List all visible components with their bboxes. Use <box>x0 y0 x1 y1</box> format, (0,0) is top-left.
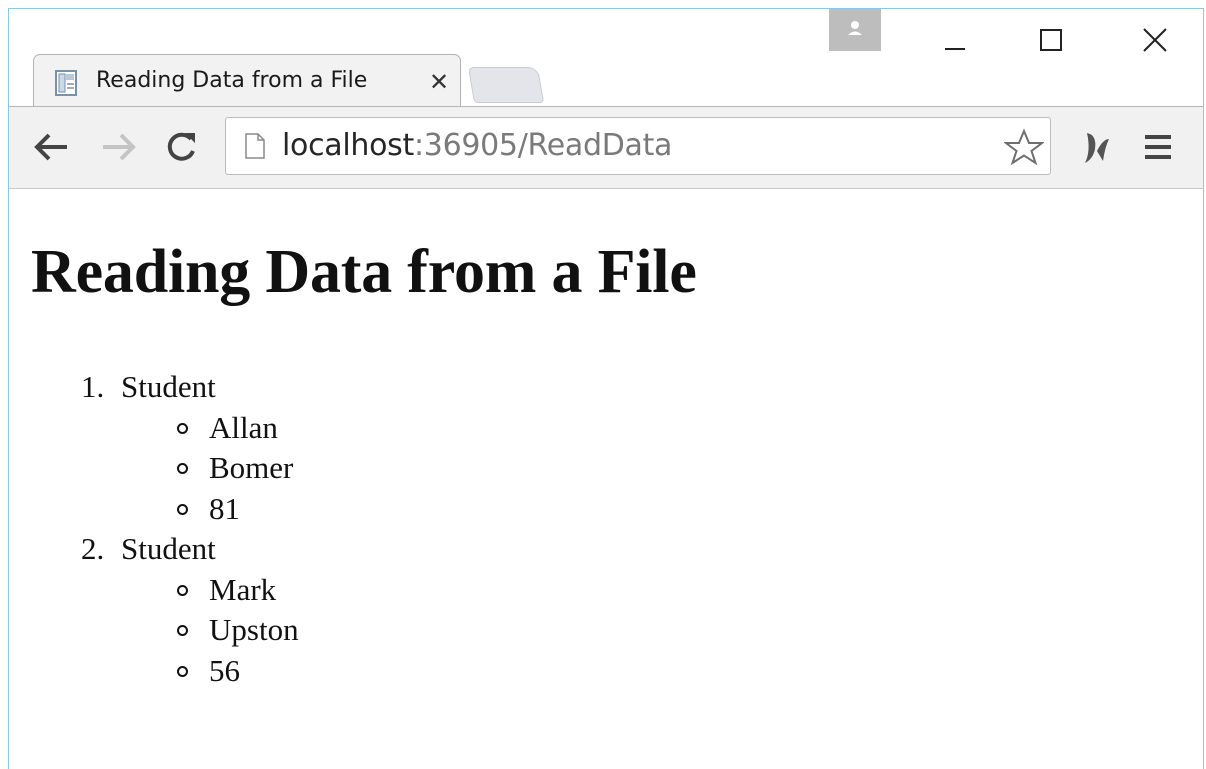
tab-title: Reading Data from a File <box>96 68 368 93</box>
browser-window: Reading Data from a File ✕ localhost:369… <box>8 8 1204 769</box>
url-text: localhost:36905/ReadData <box>282 128 672 163</box>
last-name: Upston <box>177 610 299 651</box>
new-tab-button[interactable] <box>467 67 545 103</box>
title-bar: Reading Data from a File ✕ <box>9 9 1203 107</box>
close-window-button[interactable] <box>1125 19 1185 65</box>
page-heading: Reading Data from a File <box>31 238 697 306</box>
reload-button[interactable] <box>159 125 203 169</box>
last-name: Bomer <box>177 448 299 489</box>
menu-icon <box>1145 135 1171 159</box>
menu-button[interactable] <box>1137 125 1181 169</box>
browser-toolbar: localhost:36905/ReadData <box>9 106 1203 189</box>
tab-close-icon[interactable]: ✕ <box>424 67 454 97</box>
star-icon[interactable] <box>1004 128 1044 166</box>
extension-icon <box>1085 133 1109 163</box>
profile-icon <box>848 21 862 35</box>
extension-button[interactable] <box>1073 125 1117 169</box>
score: 81 <box>177 489 299 530</box>
back-button[interactable] <box>31 125 75 169</box>
minimize-button[interactable] <box>925 19 985 65</box>
score: 56 <box>177 651 299 692</box>
student-details: Allan Bomer 81 <box>81 408 299 530</box>
student-item: 1. Student Allan Bomer 81 <box>81 367 299 529</box>
page-content: Reading Data from a File 1. Student Allan… <box>9 189 1203 769</box>
url-path: :36905/ReadData <box>413 128 673 163</box>
first-name: Allan <box>177 408 299 449</box>
page-favicon-icon <box>55 70 77 96</box>
forward-button[interactable] <box>95 125 139 169</box>
back-icon <box>34 133 67 161</box>
profile-button[interactable] <box>829 9 881 51</box>
maximize-icon <box>1040 29 1062 51</box>
forward-icon <box>103 133 136 161</box>
close-icon <box>1143 28 1167 52</box>
minimize-icon <box>945 48 965 50</box>
first-name: Mark <box>177 570 299 611</box>
maximize-button[interactable] <box>1021 19 1081 65</box>
student-number: 2. <box>81 531 105 566</box>
tab-reading-data[interactable]: Reading Data from a File ✕ <box>33 54 461 107</box>
student-details: Mark Upston 56 <box>81 570 299 692</box>
student-list: 1. Student Allan Bomer 81 2. Student Mark … <box>81 367 299 691</box>
student-item: 2. Student Mark Upston 56 <box>81 529 299 691</box>
url-host: localhost <box>282 128 414 163</box>
page-icon <box>245 133 265 159</box>
address-bar[interactable]: localhost:36905/ReadData <box>225 117 1051 175</box>
student-number: 1. <box>81 369 105 404</box>
student-label: Student <box>121 369 216 404</box>
reload-icon <box>167 132 195 161</box>
student-label: Student <box>121 531 216 566</box>
